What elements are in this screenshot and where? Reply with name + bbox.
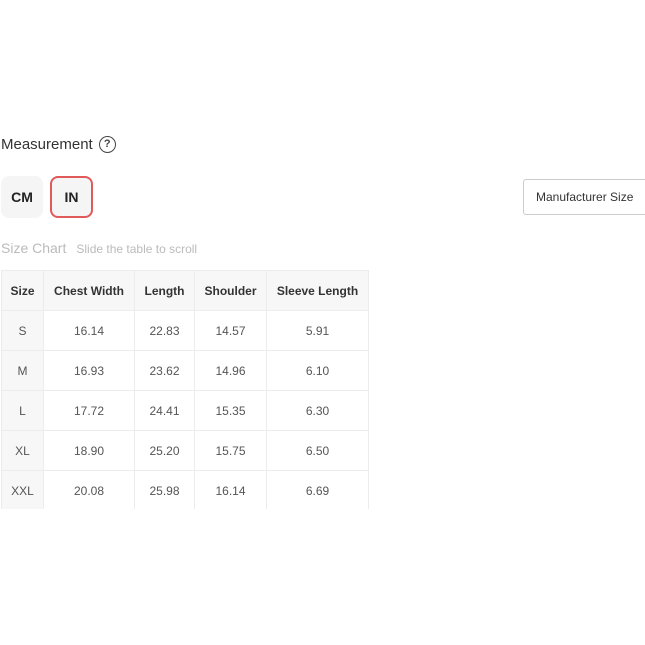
table-cell: 16.14	[194, 470, 267, 509]
table-row: L 17.72 24.41 15.35 6.30	[1, 390, 369, 431]
table-cell: 14.57	[194, 310, 267, 351]
table-cell: 18.90	[43, 430, 135, 471]
table-cell: 15.35	[194, 390, 267, 431]
table-cell-size: XL	[1, 430, 44, 471]
table-cell-size: L	[1, 390, 44, 431]
table-cell: 17.72	[43, 390, 135, 431]
column-header-chest-width: Chest Width	[43, 270, 135, 311]
size-table: Size Chest Width Length Shoulder Sleeve …	[1, 270, 369, 509]
table-cell-size: S	[1, 310, 44, 351]
table-row: M 16.93 23.62 14.96 6.10	[1, 350, 369, 391]
table-cell: 16.93	[43, 350, 135, 391]
table-row: XL 18.90 25.20 15.75 6.50	[1, 430, 369, 471]
size-chart-title: Size Chart	[1, 240, 67, 256]
table-cell: 15.75	[194, 430, 267, 471]
help-circle-icon[interactable]: ?	[98, 136, 116, 153]
size-guide-page: Measurement ? CM IN Manufacturer Size Si…	[0, 0, 645, 645]
table-cell: 6.50	[266, 430, 369, 471]
table-row: XXL 20.08 25.98 16.14 6.69	[1, 470, 369, 509]
measurement-label: Measurement	[1, 136, 93, 153]
table-cell: 25.20	[134, 430, 195, 471]
table-cell: 24.41	[134, 390, 195, 431]
table-cell: 6.10	[266, 350, 369, 391]
table-cell-size: M	[1, 350, 44, 391]
table-row: S 16.14 22.83 14.57 5.91	[1, 310, 369, 351]
column-header-size: Size	[1, 270, 44, 311]
table-cell-size: XXL	[1, 470, 44, 509]
table-cell: 22.83	[134, 310, 195, 351]
manufacturer-size-select[interactable]: Manufacturer Size	[523, 179, 645, 215]
column-header-length: Length	[134, 270, 195, 311]
table-cell: 6.30	[266, 390, 369, 431]
table-cell: 6.69	[266, 470, 369, 509]
table-header-row: Size Chest Width Length Shoulder Sleeve …	[1, 270, 369, 311]
table-cell: 16.14	[43, 310, 135, 351]
table-cell: 14.96	[194, 350, 267, 391]
table-cell: 5.91	[266, 310, 369, 351]
column-header-sleeve-length: Sleeve Length	[266, 270, 369, 311]
table-cell: 23.62	[134, 350, 195, 391]
size-table-scroll[interactable]: Size Chest Width Length Shoulder Sleeve …	[1, 270, 369, 509]
table-cell: 25.98	[134, 470, 195, 509]
size-chart-hint: Slide the table to scroll	[76, 242, 198, 256]
unit-cm-button[interactable]: CM	[1, 176, 43, 218]
table-cell: 20.08	[43, 470, 135, 509]
size-chart-header: Size Chart Slide the table to scroll	[1, 240, 197, 256]
unit-in-button[interactable]: IN	[50, 176, 93, 218]
measurement-header: Measurement ?	[1, 136, 116, 153]
column-header-shoulder: Shoulder	[194, 270, 267, 311]
